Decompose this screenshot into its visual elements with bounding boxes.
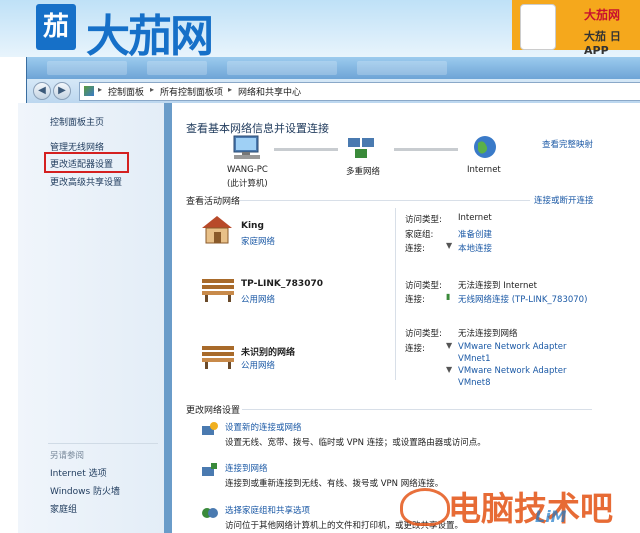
network-type-link[interactable]: 家庭网络 bbox=[241, 235, 275, 247]
address-input[interactable]: ▸ 控制面板 ▸ 所有控制面板项 ▸ 网络和共享中心 bbox=[79, 82, 640, 101]
network-name: 未识别的网络 bbox=[241, 348, 296, 358]
site-banner: 茄 大茄网 大茄网 大茄 日 APP bbox=[0, 0, 640, 62]
header-divider bbox=[242, 409, 592, 410]
pc-sub: (此计算机) bbox=[227, 179, 268, 189]
window-titlebar bbox=[27, 57, 640, 79]
connect-network-icon bbox=[202, 463, 217, 476]
ethernet-icon: ▼ bbox=[446, 365, 453, 374]
site-logo-text: 大茄网 bbox=[86, 11, 214, 62]
sidebar-change-adapter[interactable]: 更改适配器设置 bbox=[50, 157, 113, 170]
column-divider bbox=[395, 208, 396, 380]
sidebar-advanced-sharing[interactable]: 更改高级共享设置 bbox=[50, 175, 122, 188]
multi-network-icon bbox=[348, 138, 374, 158]
address-bar: ◀ ▶ ▸ 控制面板 ▸ 所有控制面板项 ▸ 网络和共享中心 bbox=[27, 79, 640, 103]
watermark-logo-icon bbox=[400, 488, 450, 526]
site-logo-mark: 茄 bbox=[36, 4, 76, 50]
back-button[interactable]: ◀ bbox=[33, 82, 51, 100]
breadcrumb-all-items[interactable]: 所有控制面板项 bbox=[160, 85, 223, 98]
view-full-map-link[interactable]: 查看完整映射 bbox=[542, 138, 593, 150]
ethernet-icon: ▼ bbox=[446, 241, 453, 250]
phone-icon bbox=[520, 4, 556, 50]
breadcrumb-network-center[interactable]: 网络和共享中心 bbox=[238, 85, 301, 98]
connect-to-network-link[interactable]: 连接到网络 bbox=[225, 462, 268, 474]
wifi-signal-icon: ▮ bbox=[446, 292, 451, 301]
see-also-firewall[interactable]: Windows 防火墙 bbox=[50, 484, 120, 497]
connect-disconnect-link[interactable]: 连接或断开连接 bbox=[534, 194, 594, 206]
active-networks-header: 查看活动网络 bbox=[186, 197, 241, 207]
prop-label: 访问类型: bbox=[405, 281, 442, 291]
ad-subtitle: 大茄 日 APP bbox=[584, 30, 621, 57]
see-also-homegroup[interactable]: 家庭组 bbox=[50, 502, 77, 515]
prop-value: 无法连接到网络 bbox=[458, 329, 518, 339]
prop-label: 连接: bbox=[405, 344, 425, 354]
vmware-adapter-link[interactable]: VMware Network Adapter bbox=[458, 366, 566, 376]
homegroup-link[interactable]: 准备创建 bbox=[458, 228, 492, 240]
bench-icon bbox=[202, 279, 234, 302]
vmware-adapter-link[interactable]: VMware Network Adapter bbox=[458, 342, 566, 352]
map-link-line bbox=[394, 148, 458, 151]
new-connection-icon bbox=[202, 422, 218, 435]
homegroup-sharing-link[interactable]: 选择家庭组和共享选项 bbox=[225, 504, 310, 516]
network-type: 公用网络 bbox=[241, 361, 276, 371]
prop-label: 访问类型: bbox=[405, 329, 442, 339]
prop-value: Internet bbox=[458, 213, 492, 223]
prop-value: 无法连接到 Internet bbox=[458, 281, 537, 291]
forward-button[interactable]: ▶ bbox=[53, 82, 71, 100]
header-divider bbox=[240, 200, 530, 201]
globe-icon bbox=[474, 136, 496, 158]
network-name: King bbox=[241, 221, 264, 231]
prop-label: 访问类型: bbox=[405, 215, 442, 225]
see-also-title: 另请参阅 bbox=[50, 451, 85, 461]
map-link-line bbox=[274, 148, 338, 151]
sidebar-control-panel-home[interactable]: 控制面板主页 bbox=[50, 115, 104, 128]
home-icon bbox=[202, 216, 232, 244]
prop-label: 连接: bbox=[405, 244, 425, 254]
breadcrumb-control-panel[interactable]: 控制面板 bbox=[108, 85, 144, 98]
vmnet1-link[interactable]: VMnet1 bbox=[458, 354, 491, 364]
local-connection-link[interactable]: 本地连接 bbox=[458, 242, 492, 254]
ad-title: 大茄网 bbox=[584, 8, 621, 22]
banner-ad[interactable]: 大茄网 大茄 日 APP bbox=[512, 0, 640, 57]
watermark-text: 电脑技术吧 bbox=[448, 489, 613, 528]
internet-label: Internet bbox=[467, 165, 501, 175]
wireless-connection-link[interactable]: 无线网络连接 (TP-LINK_783070) bbox=[458, 293, 587, 305]
change-settings-header: 更改网络设置 bbox=[186, 406, 241, 416]
sidebar-divider bbox=[48, 443, 158, 444]
setup-connection-link[interactable]: 设置新的连接或网络 bbox=[225, 421, 302, 433]
vmnet8-link[interactable]: VMnet8 bbox=[458, 378, 491, 388]
prop-label: 家庭组: bbox=[405, 230, 434, 240]
multi-network-label: 多重网络 bbox=[346, 167, 381, 177]
task-description: 连接到或重新连接到无线、有线、拨号或 VPN 网络连接。 bbox=[225, 479, 444, 489]
watermark-sub: LiM bbox=[535, 507, 567, 526]
task-description: 设置无线、宽带、拨号、临时或 VPN 连接；或设置路由器或访问点。 bbox=[225, 438, 486, 448]
see-also-internet-options[interactable]: Internet 选项 bbox=[50, 466, 107, 479]
pc-name: WANG-PC bbox=[227, 165, 268, 175]
network-name: TP-LINK_783070 bbox=[241, 279, 323, 289]
prop-label: 连接: bbox=[405, 295, 425, 305]
network-type-link[interactable]: 公用网络 bbox=[241, 293, 275, 305]
control-panel-icon bbox=[84, 86, 94, 96]
ethernet-icon: ▼ bbox=[446, 341, 453, 350]
bench-icon bbox=[202, 346, 234, 369]
computer-icon bbox=[233, 135, 260, 159]
homegroup-icon bbox=[202, 508, 218, 518]
